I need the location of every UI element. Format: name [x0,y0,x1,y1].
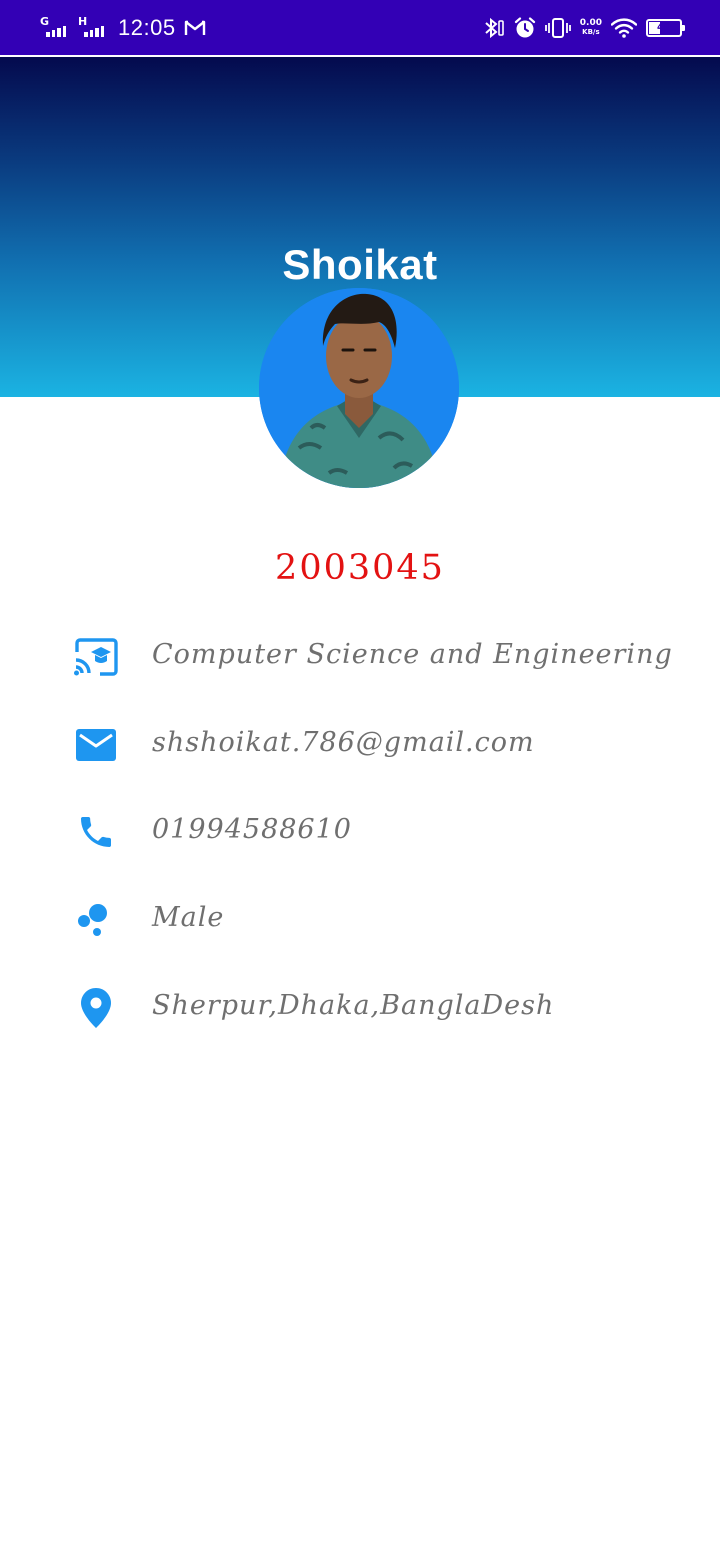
info-row-email[interactable]: shshoikat.786@gmail.com [0,715,720,775]
phone-icon [72,810,120,854]
bubble-chart-icon [72,898,120,942]
network-speed-value: 0.00 [579,18,602,28]
cast-for-education-icon [72,635,120,679]
gmail-icon [184,20,205,35]
avatar[interactable] [259,288,459,488]
gender-text: Male [152,902,225,933]
email-icon [72,723,120,767]
avatar-photo [259,288,459,488]
student-id: 2003045 [275,548,445,588]
status-bar-left: G H 12:05 [40,14,206,42]
network-speed: 0.00 KB/s [580,19,602,37]
phone-text: 01994588610 [152,814,352,845]
email-text: shshoikat.786@gmail.com [152,727,535,758]
alarm-icon [514,17,535,38]
info-row-phone[interactable]: 01994588610 [0,802,720,862]
department-text: Computer Science and Engineering [152,639,673,670]
info-row-address[interactable]: Sherpur,Dhaka,BanglaDesh [0,978,720,1038]
mobile-signal-2-icon: H [78,16,108,40]
profile-name: Shoikat [282,241,438,288]
mobile-signal-1-icon: G [40,16,70,40]
address-text: Sherpur,Dhaka,BanglaDesh [152,990,555,1021]
battery-icon: 40 [646,19,685,37]
status-bar-right: 0.00 KB/s 40 [483,14,685,42]
status-bar: G H 12:05 0.00 KB/s 40 [0,0,720,56]
info-row-department: Computer Science and Engineering [0,627,720,687]
bluetooth-icon [485,17,504,39]
wifi-icon [611,18,637,38]
battery-level: 40 [657,22,671,33]
location-pin-icon [72,986,120,1030]
vibrate-icon [544,18,571,38]
status-time: 12:05 [118,15,176,40]
network-speed-unit: KB/s [582,28,600,36]
info-row-gender: Male [0,890,720,950]
